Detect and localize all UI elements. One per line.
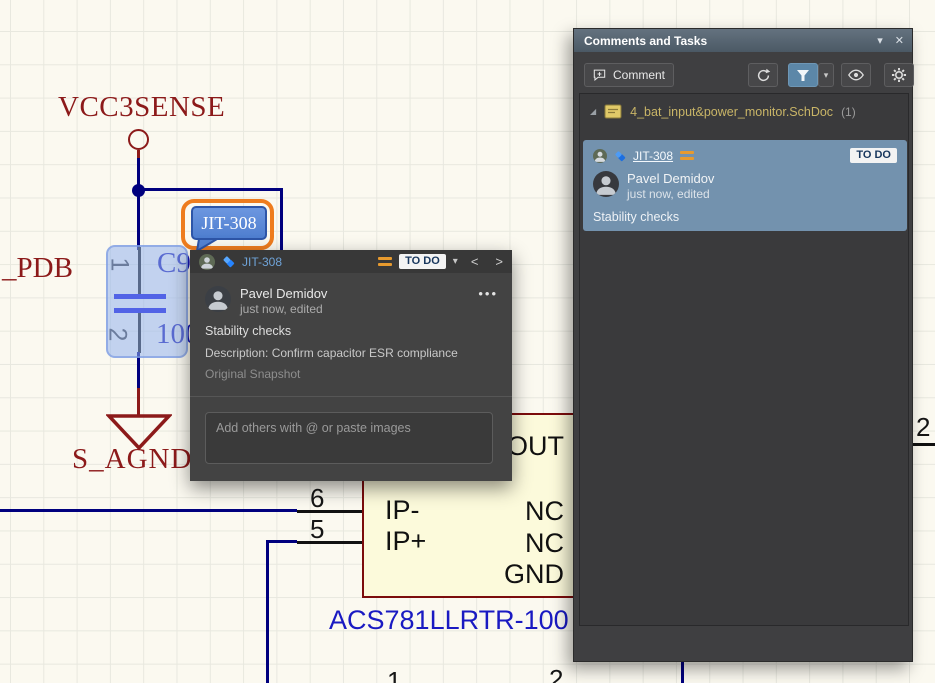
pin5-number: 5 xyxy=(310,514,325,544)
status-caret-icon[interactable]: ▾ xyxy=(453,256,458,267)
add-comment-label: Comment xyxy=(612,68,665,82)
filter-button[interactable] xyxy=(788,63,818,87)
status-badge[interactable]: TO DO xyxy=(399,254,446,269)
wire-vertical-main[interactable] xyxy=(137,158,140,250)
filter-funnel-icon xyxy=(797,69,809,81)
pin2-number-right: 2 xyxy=(916,412,931,442)
more-options-icon[interactable]: ••• xyxy=(478,286,498,316)
wire-below-panel[interactable] xyxy=(681,660,684,683)
filter-caret-icon: ▾ xyxy=(823,69,829,80)
next-comment-icon[interactable]: > xyxy=(495,254,503,269)
priority-medium-icon xyxy=(680,151,695,160)
net-label-pdb[interactable]: _PDB xyxy=(2,252,73,285)
card-author-time: just now, edited xyxy=(627,187,710,201)
popup-author-name: Pavel Demidov xyxy=(240,286,328,301)
wire-ip-plus-horizontal[interactable] xyxy=(266,540,297,543)
pin-name-gnd: GND xyxy=(504,559,564,589)
document-group-row[interactable]: ◢ 4_bat_input&power_monitor.SchDoc (1) xyxy=(580,94,908,127)
panel-toolbar: Comment ▾ xyxy=(584,63,914,87)
document-name: 4_bat_input&power_monitor.SchDoc xyxy=(630,104,834,119)
refresh-icon xyxy=(757,68,770,81)
popup-author-time: just now, edited xyxy=(240,302,323,316)
panel-header[interactable]: Comments and Tasks ▾ ✕ xyxy=(574,29,912,52)
comment-plus-icon xyxy=(593,69,606,81)
pin6-line[interactable] xyxy=(297,510,362,513)
comment-marker-label: JIT-308 xyxy=(201,212,257,233)
panel-collapse-icon[interactable]: ▾ xyxy=(877,34,883,47)
popup-snapshot-link[interactable]: Original Snapshot xyxy=(205,367,300,381)
popup-divider xyxy=(190,396,512,397)
panel-title: Comments and Tasks xyxy=(584,33,708,48)
comments-tasks-panel: Comments and Tasks ▾ ✕ Comment ▾ ◢ 4_bat… xyxy=(573,28,914,662)
popup-summary: Stability checks xyxy=(205,324,292,338)
ticket-link[interactable]: JIT-308 xyxy=(242,255,282,269)
wire-ip-minus[interactable] xyxy=(0,509,297,512)
wire-vertical-right[interactable] xyxy=(280,188,283,256)
net-label-vcc3sense[interactable]: VCC3SENSE xyxy=(58,91,225,124)
avatar xyxy=(593,171,619,197)
bottom-pin1-number: 1 xyxy=(387,666,402,683)
wire-horizontal-top[interactable] xyxy=(137,188,283,191)
comment-count: (1) xyxy=(841,104,856,119)
settings-button[interactable] xyxy=(884,63,914,87)
capacitor-selection-highlight[interactable] xyxy=(106,245,188,358)
pin6-number: 6 xyxy=(310,483,325,513)
comments-list-area: ◢ 4_bat_input&power_monitor.SchDoc (1) J… xyxy=(579,93,909,626)
card-summary: Stability checks xyxy=(593,210,680,224)
refresh-button[interactable] xyxy=(748,63,778,87)
avatar xyxy=(593,148,607,163)
expander-icon[interactable]: ◢ xyxy=(590,107,596,116)
add-comment-button[interactable]: Comment xyxy=(584,63,674,87)
wire-ip-plus-vertical[interactable] xyxy=(266,540,269,683)
comment-card[interactable]: JIT-308 TO DO Pavel Demidov just now, ed… xyxy=(583,140,907,231)
jira-icon xyxy=(615,150,626,161)
gear-icon xyxy=(891,67,907,83)
priority-medium-icon xyxy=(378,257,393,266)
pin5-line[interactable] xyxy=(297,541,362,544)
popup-author-row: Pavel Demidov just now, edited ••• xyxy=(205,286,498,316)
eye-icon xyxy=(848,69,864,81)
schematic-editor: VCC3SENSE _PDB 1 2 C9 100 S_AGND OUT OUT… xyxy=(0,0,935,683)
avatar xyxy=(205,286,231,312)
panel-close-icon[interactable]: ✕ xyxy=(895,34,904,47)
pin-name-ip-minus: IP- xyxy=(385,495,420,525)
comment-reply-input[interactable] xyxy=(205,412,493,464)
power-port-circle[interactable] xyxy=(128,129,149,150)
net-label-s-agnd[interactable]: S_AGND xyxy=(72,443,192,476)
comment-marker-bubble[interactable]: JIT-308 xyxy=(191,206,267,240)
ticket-link[interactable]: JIT-308 xyxy=(633,149,673,163)
popup-description: Description: Confirm capacitor ESR compl… xyxy=(205,346,458,360)
pin-name-ip-plus: IP+ xyxy=(385,526,427,556)
comment-popup-titlebar[interactable]: JIT-308 TO DO ▾ < > xyxy=(190,250,512,273)
jira-icon xyxy=(223,256,235,268)
visibility-button[interactable] xyxy=(841,63,871,87)
document-icon xyxy=(604,104,622,119)
filter-dropdown-button[interactable]: ▾ xyxy=(818,63,834,87)
pin-name-nc2: NC xyxy=(525,528,564,558)
bottom-pin2-number: 2 xyxy=(549,664,564,683)
avatar xyxy=(199,253,215,270)
part-name-label[interactable]: ACS781LLRTR-100 xyxy=(329,605,569,636)
card-author-name: Pavel Demidov xyxy=(627,171,715,186)
ground-stem xyxy=(137,388,140,416)
pin-name-nc1: NC xyxy=(525,496,564,526)
comment-popup: JIT-308 TO DO ▾ < > Pavel Demidov just n… xyxy=(190,250,512,481)
prev-comment-icon[interactable]: < xyxy=(471,254,479,269)
status-badge: TO DO xyxy=(850,148,897,163)
